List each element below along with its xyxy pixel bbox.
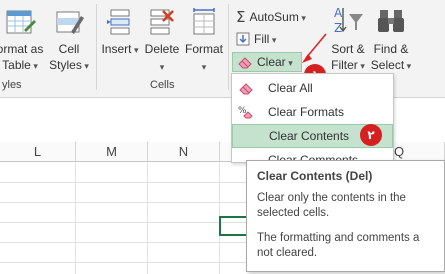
cell-styles-icon [56,11,84,34]
column-header-l[interactable]: L [0,142,76,162]
column-header-m[interactable]: M [76,142,148,162]
delete-label: Delete [145,42,180,73]
menu-label-clear-contents: Clear Contents [269,129,350,143]
format-as-table-icon [6,10,36,34]
insert-cells-icon [107,9,130,35]
format-cells-icon [193,8,215,35]
styles-separator [96,4,97,90]
cell-styles-label-2: Styles [49,58,89,72]
autosum-button[interactable]: Σ AutoSum [236,8,306,26]
styles-group-label: yles [2,79,22,91]
step-marker-2: ٢ [360,124,382,146]
delete-cells-icon [150,9,174,35]
insert-label: Insert [101,42,138,56]
find-select-button[interactable]: Find & Select [368,4,414,74]
menu-item-clear-formats[interactable]: % Clear Formats [232,100,393,124]
format-button[interactable]: Format [183,6,225,75]
format-label: Format [185,42,223,73]
menu-item-clear-all[interactable]: Clear All [232,76,393,100]
find-select-label-2: Select [371,58,411,72]
menu-label-clear-formats: Clear Formats [268,105,345,119]
percent-eraser-icon: % [238,106,253,119]
binoculars-icon [378,10,404,32]
cell-styles-label-1: Cell [58,42,80,56]
clear-dropdown-menu: Clear All % Clear Formats Clear Contents… [231,73,394,163]
find-select-label-1: Find & [373,42,409,56]
cell-styles-button[interactable]: Cell Styles [46,6,92,74]
tooltip-note: The formatting and comments a not cleare… [257,232,420,259]
excel-window: ormat as Table Cell Styles yles Insert [0,0,445,274]
gridline [75,162,76,274]
insert-button[interactable]: Insert [100,6,140,58]
delete-button[interactable]: Delete [142,6,182,75]
menu-label-clear-all: Clear All [268,81,313,95]
cells-group-label: Cells [150,79,175,91]
format-as-table-label-2: Table [2,58,38,72]
sigma-icon: Σ [236,8,246,26]
gridline [147,162,148,274]
column-header-n[interactable]: N [148,142,220,162]
svg-text:A: A [334,6,343,20]
tooltip-title: Clear Contents (Del) [257,169,373,183]
format-as-table-label-1: ormat as [0,42,44,56]
autosum-label: AutoSum [249,10,305,24]
clear-contents-tooltip: Clear Contents (Del) Clear only the cont… [246,160,445,272]
tooltip-description: Clear only the contents in the selected … [257,192,406,219]
format-as-table-button[interactable]: ormat as Table [0,6,44,74]
eraser-icon [239,83,253,95]
